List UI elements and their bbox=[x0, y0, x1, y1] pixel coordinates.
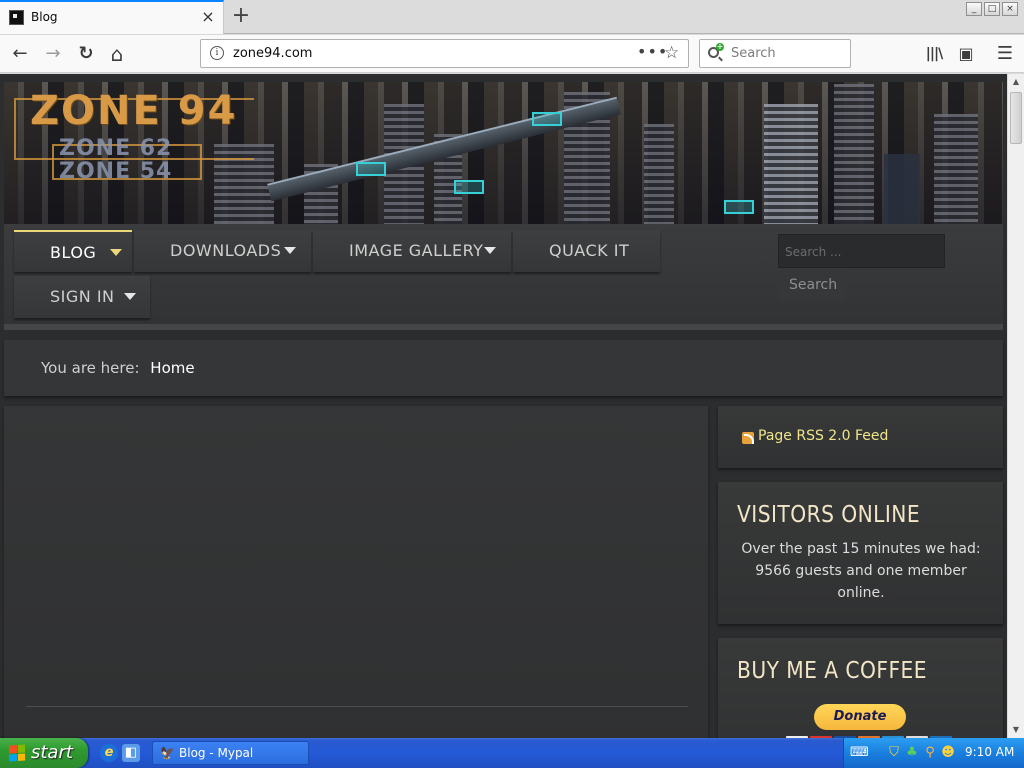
scroll-up-arrow-icon[interactable]: ▲ bbox=[1008, 74, 1024, 90]
chevron-down-icon bbox=[284, 247, 296, 254]
content-divider bbox=[26, 706, 688, 707]
breadcrumb-home: Home bbox=[150, 359, 195, 377]
menu-item-label: IMAGE GALLERY bbox=[349, 241, 484, 260]
site-banner: ZONE 94 ZONE 62 ZONE 54 bbox=[4, 82, 1003, 224]
navigation-toolbar: ← → ↻ ⌂ i zone94.com ••• ☆ + Search |||\… bbox=[0, 35, 1024, 73]
url-text[interactable]: zone94.com bbox=[233, 46, 312, 61]
rss-feed-link[interactable]: Page RSS 2.0 Feed bbox=[758, 428, 888, 444]
rss-module: Page RSS 2.0 Feed bbox=[718, 406, 1003, 468]
browser-tab[interactable]: Blog × bbox=[0, 0, 224, 34]
module-title: VISITORS ONLINE bbox=[737, 502, 921, 528]
logo-subtitle-1: ZONE 62 bbox=[59, 136, 173, 161]
menu-item-label: QUACK IT bbox=[549, 241, 630, 260]
vertical-scrollbar[interactable]: ▲ ▼ bbox=[1007, 74, 1024, 738]
menu-item-label: BLOG bbox=[50, 243, 97, 262]
menu-item-image-gallery[interactable]: IMAGE GALLERY bbox=[313, 230, 511, 272]
hamburger-menu-icon[interactable]: ☰ bbox=[992, 41, 1018, 67]
url-bar[interactable]: i zone94.com ••• ☆ bbox=[200, 39, 689, 68]
search-tray-icon[interactable]: ⚲ bbox=[922, 745, 938, 761]
main-content-panel bbox=[4, 406, 708, 738]
back-button[interactable]: ← bbox=[7, 41, 33, 67]
site-logo[interactable]: ZONE 94 bbox=[30, 88, 237, 134]
site-search-button[interactable]: Search bbox=[778, 270, 846, 300]
page-viewport: ZONE 94 ZONE 62 ZONE 54 BLOG DOWNLOADS I… bbox=[0, 74, 1007, 738]
search-placeholder: Search bbox=[731, 46, 776, 61]
buy-me-a-coffee-module: BUY ME A COFFEE Donate bbox=[718, 638, 1003, 738]
menu-item-quack-it[interactable]: QUACK IT bbox=[513, 230, 660, 272]
menu-item-sign-in[interactable]: SIGN IN bbox=[14, 276, 150, 318]
scroll-down-arrow-icon[interactable]: ▼ bbox=[1008, 722, 1024, 738]
menu-item-blog[interactable]: BLOG bbox=[14, 230, 132, 272]
site-info-icon[interactable]: i bbox=[210, 46, 224, 60]
breadcrumb: You are here: Home bbox=[4, 340, 1003, 396]
library-icon[interactable]: |||\ bbox=[921, 41, 947, 67]
maximize-button[interactable]: □ bbox=[984, 2, 1000, 16]
bookmark-star-icon[interactable]: ☆ bbox=[664, 43, 679, 63]
windows-logo-icon bbox=[9, 744, 25, 762]
menu-item-label: SIGN IN bbox=[50, 287, 115, 306]
internet-explorer-icon[interactable]: e bbox=[100, 744, 118, 762]
show-desktop-icon[interactable]: ◧ bbox=[122, 744, 140, 762]
forward-button[interactable]: → bbox=[40, 41, 66, 67]
main-menu-bar: BLOG DOWNLOADS IMAGE GALLERY QUACK IT SI… bbox=[4, 224, 1003, 330]
visitors-text: Over the past 15 minutes we had: 9566 gu… bbox=[741, 541, 981, 601]
chevron-down-icon bbox=[484, 247, 496, 254]
chevron-down-icon bbox=[110, 249, 122, 256]
start-label: start bbox=[31, 742, 73, 763]
chevron-down-icon bbox=[124, 293, 136, 300]
security-shield-icon[interactable]: ⛉ bbox=[886, 745, 902, 761]
tab-title: Blog bbox=[31, 10, 58, 24]
minimize-button[interactable]: _ bbox=[966, 2, 982, 16]
start-button[interactable]: start bbox=[0, 738, 88, 768]
keyboard-icon[interactable]: ⌨ bbox=[850, 745, 869, 761]
breadcrumb-prefix: You are here: bbox=[41, 359, 140, 377]
new-tab-button[interactable]: + bbox=[229, 4, 253, 28]
logo-subtitle-2: ZONE 54 bbox=[59, 159, 173, 184]
scrollbar-thumb[interactable] bbox=[1010, 92, 1022, 144]
taskbar-button-label: Blog - Mypal bbox=[179, 746, 254, 760]
donate-button[interactable]: Donate bbox=[814, 704, 906, 730]
window-controls: _ □ × bbox=[966, 2, 1018, 16]
home-button[interactable]: ⌂ bbox=[104, 41, 130, 67]
site-search-input[interactable]: Search ... bbox=[778, 234, 945, 268]
menu-item-downloads[interactable]: DOWNLOADS bbox=[134, 230, 311, 272]
network-icon[interactable]: ♣ bbox=[904, 745, 920, 761]
rss-feed-icon bbox=[742, 432, 754, 444]
close-window-button[interactable]: × bbox=[1002, 2, 1018, 16]
users-icon[interactable]: ☻ bbox=[940, 745, 956, 761]
visitors-online-module: VISITORS ONLINE Over the past 15 minutes… bbox=[718, 482, 1003, 624]
add-search-engine-icon: + bbox=[716, 42, 724, 51]
clock: 9:10 AM bbox=[965, 745, 1015, 759]
mypal-app-icon: 🦅 bbox=[160, 746, 175, 760]
browser-search-field[interactable]: + Search bbox=[699, 39, 851, 68]
windows-taskbar: start e ◧ 🦅 Blog - Mypal ⌨ ⛉ ♣ ⚲ ☻ 9:10 … bbox=[0, 738, 1024, 768]
sidebar-toggle-icon[interactable]: ▣ bbox=[953, 41, 979, 67]
menu-item-label: DOWNLOADS bbox=[170, 241, 282, 260]
taskbar-button-mypal[interactable]: 🦅 Blog - Mypal bbox=[152, 741, 309, 765]
tab-strip: Blog × + _ □ × bbox=[0, 0, 1024, 34]
module-title: BUY ME A COFFEE bbox=[737, 658, 927, 684]
tab-close-icon[interactable]: × bbox=[199, 8, 217, 26]
system-tray: ⌨ ⛉ ♣ ⚲ ☻ 9:10 AM bbox=[843, 738, 1024, 768]
site-favicon-icon bbox=[9, 10, 24, 25]
reload-button[interactable]: ↻ bbox=[73, 41, 99, 67]
